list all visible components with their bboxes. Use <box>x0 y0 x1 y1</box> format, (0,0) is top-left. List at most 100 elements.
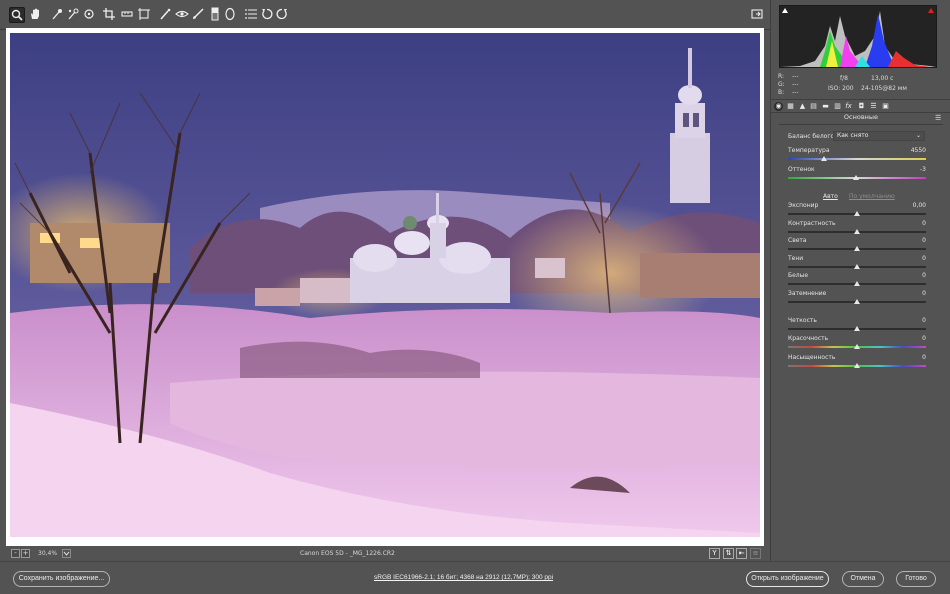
cancel-button[interactable]: Отмена <box>842 571 884 587</box>
aperture: f/8 <box>840 75 848 82</box>
slider-handle[interactable] <box>854 211 860 216</box>
divider <box>779 124 943 125</box>
lens-corrections-icon[interactable]: ▥ <box>833 102 842 111</box>
slider-handle[interactable] <box>852 175 859 180</box>
target-adjust-icon[interactable] <box>81 7 97 23</box>
presets-icon[interactable] <box>243 7 259 23</box>
panel-tabs: ◉ ▦ ▲ ▤ ▬ ▥ fx ◘ ☰ ▣ <box>771 99 950 113</box>
crop-icon[interactable] <box>101 7 117 23</box>
slider-11[interactable]: Насыщенность 0 <box>788 354 926 372</box>
slider-handle[interactable] <box>854 281 860 286</box>
zoom-dropdown[interactable] <box>62 549 71 558</box>
slider-value[interactable]: 0 <box>922 354 926 361</box>
red-eye-icon[interactable] <box>174 7 190 23</box>
panel-menu-icon[interactable]: ☰ <box>935 114 941 122</box>
slider-handle[interactable] <box>854 326 860 331</box>
slider-track[interactable] <box>788 158 926 160</box>
slider-9[interactable]: Четкость 0 <box>788 317 926 335</box>
detail-icon[interactable]: ▲ <box>798 102 807 111</box>
slider-8[interactable]: Затемнение 0 <box>788 290 926 308</box>
slider-handle[interactable] <box>820 156 827 161</box>
toggle-settings-icon[interactable]: ≡ <box>750 548 761 559</box>
slider-value[interactable]: 0 <box>922 290 926 297</box>
tone-curve-icon[interactable]: ▦ <box>786 102 795 111</box>
before-after-toggle[interactable]: Y <box>709 548 720 559</box>
slider-7[interactable]: Белые 0 <box>788 272 926 290</box>
presets-tab-icon[interactable]: ☰ <box>869 102 878 111</box>
slider-handle[interactable] <box>854 229 860 234</box>
copy-settings-icon[interactable]: ⇤ <box>736 548 747 559</box>
white-balance-select[interactable]: Как снято ⌄ <box>833 131 925 141</box>
slider-value[interactable]: 4550 <box>911 147 926 154</box>
slider-6[interactable]: Тени 0 <box>788 255 926 273</box>
transform-icon[interactable] <box>136 7 152 23</box>
slider-label: Оттенок <box>788 166 815 173</box>
basic-tab-icon[interactable]: ◉ <box>774 102 783 111</box>
save-image-button[interactable]: Сохранить изображение... <box>13 571 110 587</box>
color-sampler-icon[interactable] <box>65 7 81 23</box>
slider-label: Четкость <box>788 317 817 324</box>
done-button[interactable]: Готово <box>896 571 936 587</box>
slider-handle[interactable] <box>854 299 860 304</box>
default-link[interactable]: По умолчанию <box>849 193 895 200</box>
spot-removal-icon[interactable] <box>157 7 173 23</box>
g-label: G: <box>778 81 785 88</box>
swap-settings-icon[interactable]: ⇅ <box>723 548 734 559</box>
slider-value[interactable]: 0 <box>922 335 926 342</box>
slider-10[interactable]: Красочность 0 <box>788 335 926 353</box>
slider-label: Затемнение <box>788 290 827 297</box>
slider-value[interactable]: 0 <box>922 317 926 324</box>
workflow-options-link[interactable]: sRGB IEC61966-2.1; 16 бит; 4368 на 2912 … <box>374 574 553 581</box>
slider-handle[interactable] <box>854 246 860 251</box>
histogram <box>779 5 937 68</box>
slider-value[interactable]: 0,00 <box>913 202 926 209</box>
r-label: R: <box>778 73 785 80</box>
camera-info: R: --- G: --- B: --- f/8 13,00 с ISO: 20… <box>778 73 943 99</box>
straighten-icon[interactable] <box>119 7 135 23</box>
lens: 24-105@82 мм <box>861 85 907 92</box>
section-title: Основные <box>843 113 879 121</box>
zoom-icon[interactable] <box>9 7 25 23</box>
slider-value[interactable]: 0 <box>922 255 926 262</box>
fullscreen-icon[interactable] <box>749 7 765 23</box>
slider-5[interactable]: Света 0 <box>788 237 926 255</box>
slider-label: Насыщенность <box>788 354 836 361</box>
slider-3[interactable]: Экспонир 0,00 <box>788 202 926 220</box>
slider-value[interactable]: 0 <box>922 272 926 279</box>
white-balance-icon[interactable] <box>49 7 65 23</box>
slider-handle[interactable] <box>854 264 860 269</box>
g-value: --- <box>792 81 799 88</box>
hsl-icon[interactable]: ▤ <box>809 102 818 111</box>
slider-value[interactable]: 0 <box>922 220 926 227</box>
hand-icon[interactable] <box>27 7 43 23</box>
slider-value[interactable]: 0 <box>922 237 926 244</box>
slider-value[interactable]: -3 <box>920 166 926 173</box>
shadow-clipping-icon[interactable] <box>782 8 788 13</box>
auto-link[interactable]: Авто <box>823 193 838 200</box>
effects-icon[interactable]: fx <box>844 102 853 111</box>
slider-handle[interactable] <box>854 363 860 368</box>
radial-filter-icon[interactable] <box>222 7 238 23</box>
iso: ISO: 200 <box>828 85 854 92</box>
white-balance-label: Баланс белого: <box>788 133 837 140</box>
zoom-out-button[interactable]: - <box>11 549 20 558</box>
slider-label: Красочность <box>788 335 829 342</box>
highlight-clipping-icon[interactable] <box>928 8 934 13</box>
photo-preview[interactable] <box>10 33 760 537</box>
open-image-button[interactable]: Открыть изображение <box>746 571 829 587</box>
slider-label: Контрастность <box>788 220 836 227</box>
split-toning-icon[interactable]: ▬ <box>821 102 830 111</box>
shutter-speed: 13,00 с <box>871 75 894 82</box>
rotate-left-icon[interactable] <box>259 7 275 23</box>
slider-1[interactable]: Температура 4550 <box>788 147 926 165</box>
adjustment-brush-icon[interactable] <box>190 7 206 23</box>
slider-4[interactable]: Контрастность 0 <box>788 220 926 238</box>
camera-file-label: Canon EOS 5D - _MG_1226.CR2 <box>300 550 395 557</box>
camera-calibration-icon[interactable]: ◘ <box>857 102 866 111</box>
zoom-in-button[interactable]: + <box>21 549 30 558</box>
rotate-right-icon[interactable] <box>274 7 290 23</box>
graduated-filter-icon[interactable] <box>207 7 223 23</box>
slider-2[interactable]: Оттенок -3 <box>788 166 926 184</box>
snapshots-icon[interactable]: ▣ <box>881 102 890 111</box>
slider-handle[interactable] <box>854 344 860 349</box>
